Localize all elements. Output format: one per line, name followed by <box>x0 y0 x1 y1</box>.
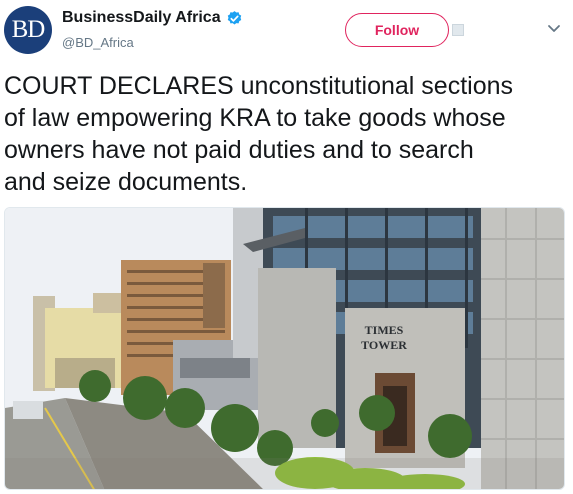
chevron-down-icon[interactable] <box>547 24 561 34</box>
times-tower-sign-line2: TOWER <box>361 338 407 352</box>
verified-badge-icon <box>226 10 243 27</box>
building-photo: TIMES TOWER <box>5 208 564 489</box>
display-name[interactable]: BusinessDaily Africa <box>62 9 221 27</box>
avatar[interactable]: BD <box>4 6 52 54</box>
account-name-row: BusinessDaily Africa <box>62 9 243 27</box>
avatar-initials: BD <box>11 16 46 43</box>
account-handle[interactable]: @BD_Africa <box>62 35 134 50</box>
tweet-photo[interactable]: TIMES TOWER <box>4 207 565 490</box>
follow-button[interactable]: Follow <box>345 13 449 47</box>
follow-extra-icon[interactable] <box>452 24 464 36</box>
tweet-card: BD BusinessDaily Africa @BD_Africa Follo… <box>0 0 573 494</box>
tweet-text: COURT DECLARES unconstitutional sections… <box>4 72 514 196</box>
times-tower-sign: TIMES <box>365 323 404 337</box>
